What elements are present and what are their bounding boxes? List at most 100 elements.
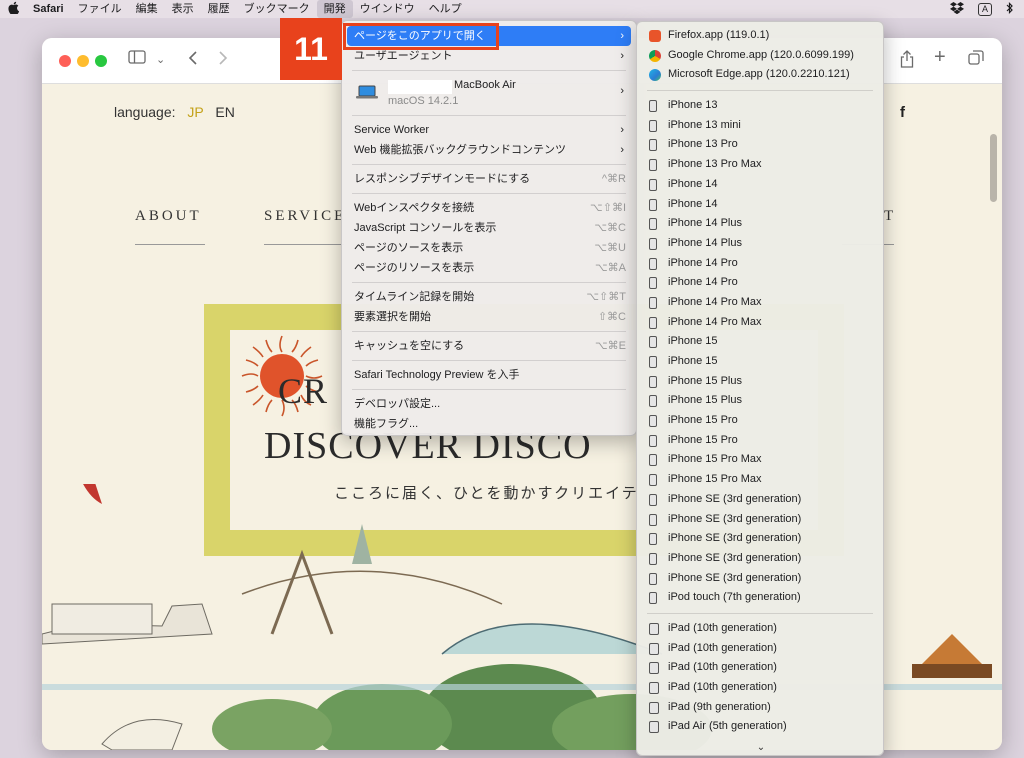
simulator-device-item[interactable]: iPhone SE (3rd generation): [637, 529, 883, 549]
simulator-device-item[interactable]: iPhone SE (3rd generation): [637, 510, 883, 530]
developer-settings-item[interactable]: デベロッパ設定...: [342, 394, 636, 414]
minimize-window-button[interactable]: [77, 55, 89, 67]
web-extension-background-item[interactable]: Web 機能拡張バックグラウンドコンテンツ ›: [342, 140, 636, 160]
simulator-device-item[interactable]: iPhone 15 Pro Max: [637, 470, 883, 490]
simulator-ipad-list: iPad (10th generation) iPad (10th generat…: [637, 619, 883, 737]
web-extension-background-label: Web 機能拡張バックグラウンドコンテンツ: [354, 144, 567, 156]
javascript-console-item[interactable]: JavaScript コンソールを表示 ⌥⌘C: [342, 218, 636, 238]
simulator-device-item[interactable]: iPhone 14 Pro: [637, 254, 883, 274]
lang-jp-link[interactable]: JP: [187, 104, 203, 120]
nav-service[interactable]: SERVICE: [264, 208, 346, 225]
chevron-down-icon[interactable]: ⌄: [156, 50, 165, 70]
simulator-device-label: iPad (10th generation): [668, 641, 777, 654]
new-tab-icon[interactable]: +: [934, 47, 946, 67]
simulator-device-item[interactable]: iPhone 14 Plus: [637, 214, 883, 234]
simulator-device-item[interactable]: iPhone 14 Pro Max: [637, 293, 883, 313]
simulator-device-item[interactable]: iPhone 13 mini: [637, 116, 883, 136]
responsive-design-mode-label: レスポンシブデザインモードにする: [354, 173, 531, 185]
show-page-resources-item[interactable]: ページのリソースを表示 ⌥⌘A: [342, 258, 636, 278]
nav-item-last[interactable]: T: [884, 208, 896, 225]
simulator-device-item[interactable]: iPad (9th generation): [637, 698, 883, 718]
menu-file[interactable]: ファイル: [71, 0, 129, 18]
nav-about[interactable]: ABOUT: [135, 208, 202, 225]
simulator-device-item[interactable]: iPhone 15: [637, 352, 883, 372]
iphone-icon: [649, 100, 657, 113]
user-agent-item[interactable]: ユーザエージェント ›: [342, 46, 636, 66]
simulator-device-item[interactable]: iPhone 15 Plus: [637, 372, 883, 392]
get-technology-preview-item[interactable]: Safari Technology Preview を入手: [342, 365, 636, 385]
simulator-device-item[interactable]: iPhone 14 Pro Max: [637, 313, 883, 333]
simulator-device-item[interactable]: iPhone 14 Plus: [637, 234, 883, 254]
simulator-device-label: iPhone SE (3rd generation): [668, 571, 802, 584]
menu-bookmarks[interactable]: ブックマーク: [237, 0, 317, 18]
sidebar-toggle-icon[interactable]: [128, 50, 146, 70]
simulator-device-label: iPhone 14 Pro Max: [668, 295, 762, 308]
javascript-console-label: JavaScript コンソールを表示: [354, 222, 497, 234]
back-button[interactable]: [188, 50, 198, 72]
simulator-device-item[interactable]: iPhone 15 Pro: [637, 411, 883, 431]
chevron-right-icon: ›: [620, 50, 624, 62]
simulator-device-item[interactable]: iPhone 13 Pro Max: [637, 155, 883, 175]
simulator-device-label: iPhone 14: [668, 177, 718, 190]
simulator-device-item[interactable]: iPhone 13 Pro: [637, 135, 883, 155]
input-source-icon[interactable]: A: [977, 2, 992, 16]
menu-separator: [352, 389, 626, 390]
simulator-device-item[interactable]: iPhone 15 Pro: [637, 431, 883, 451]
submenu-item-chrome[interactable]: Google Chrome.app (120.0.6099.199): [637, 46, 883, 66]
menu-window[interactable]: ウインドウ: [353, 0, 422, 18]
close-window-button[interactable]: [59, 55, 71, 67]
submenu-item-edge[interactable]: Microsoft Edge.app (120.0.2210.121): [637, 65, 883, 85]
feature-flags-item[interactable]: 機能フラグ...: [342, 414, 636, 434]
menu-help[interactable]: ヘルプ: [422, 0, 469, 18]
page-scrollbar[interactable]: [990, 134, 997, 202]
device-macbook-air-item[interactable]: MacBook Air macOS 14.2.1 ›: [342, 75, 636, 111]
menu-safari[interactable]: Safari: [26, 0, 71, 18]
simulator-device-item[interactable]: iPad (10th generation): [637, 658, 883, 678]
share-icon[interactable]: [900, 50, 914, 74]
scroll-more-chevron-icon[interactable]: ⌄: [637, 742, 883, 753]
menu-edit[interactable]: 編集: [129, 0, 165, 18]
simulator-device-item[interactable]: iPhone SE (3rd generation): [637, 490, 883, 510]
simulator-device-item[interactable]: iPhone 14 Pro: [637, 273, 883, 293]
iphone-icon: [649, 572, 657, 585]
bluetooth-icon[interactable]: [1006, 1, 1014, 17]
simulator-device-item[interactable]: iPhone 15 Pro Max: [637, 450, 883, 470]
show-page-source-item[interactable]: ページのソースを表示 ⌥⌘U: [342, 238, 636, 258]
zoom-window-button[interactable]: [95, 55, 107, 67]
simulator-device-item[interactable]: iPad (10th generation): [637, 619, 883, 639]
simulator-device-item[interactable]: iPad (10th generation): [637, 678, 883, 698]
empty-caches-item[interactable]: キャッシュを空にする ⌥⌘E: [342, 336, 636, 356]
simulator-device-item[interactable]: iPhone 15: [637, 332, 883, 352]
apple-menu-icon[interactable]: [0, 1, 26, 17]
open-page-with-item[interactable]: ページをこのアプリで開く ›: [347, 26, 631, 46]
service-worker-label: Service Worker: [354, 124, 429, 136]
responsive-design-mode-item[interactable]: レスポンシブデザインモードにする ^⌘R: [342, 169, 636, 189]
tab-overview-icon[interactable]: [968, 50, 984, 72]
simulator-device-item[interactable]: iPod touch (7th generation): [637, 588, 883, 608]
ipad-icon: [649, 642, 659, 655]
simulator-device-item[interactable]: iPad (10th generation): [637, 639, 883, 659]
simulator-device-item[interactable]: iPhone 14: [637, 195, 883, 215]
service-worker-item[interactable]: Service Worker ›: [342, 120, 636, 140]
submenu-item-firefox[interactable]: Firefox.app (119.0.1): [637, 26, 883, 46]
start-timeline-recording-item[interactable]: タイムライン記録を開始 ⌥⇧⌘T: [342, 287, 636, 307]
start-element-selection-item[interactable]: 要素選択を開始 ⇧⌘C: [342, 307, 636, 327]
simulator-device-item[interactable]: iPhone 15 Plus: [637, 391, 883, 411]
iphone-icon: [649, 277, 657, 290]
open-page-with-label: ページをこのアプリで開く: [354, 30, 486, 42]
menu-history[interactable]: 履歴: [201, 0, 237, 18]
simulator-device-item[interactable]: iPhone 13: [637, 96, 883, 116]
simulator-device-item[interactable]: iPhone SE (3rd generation): [637, 569, 883, 589]
developer-settings-label: デベロッパ設定...: [354, 398, 441, 410]
menu-view[interactable]: 表示: [165, 0, 201, 18]
simulator-device-item[interactable]: iPhone SE (3rd generation): [637, 549, 883, 569]
simulator-device-item[interactable]: iPhone 14: [637, 175, 883, 195]
dropbox-icon[interactable]: [949, 1, 964, 17]
connect-web-inspector-item[interactable]: Webインスペクタを接続 ⌥⇧⌘I: [342, 198, 636, 218]
iphone-icon: [649, 178, 657, 191]
lang-en-link[interactable]: EN: [215, 104, 234, 120]
menu-develop[interactable]: 開発: [316, 0, 353, 18]
forward-button[interactable]: [218, 50, 228, 72]
simulator-device-item[interactable]: iPad Air (5th generation): [637, 717, 883, 737]
facebook-icon[interactable]: f: [900, 104, 905, 121]
